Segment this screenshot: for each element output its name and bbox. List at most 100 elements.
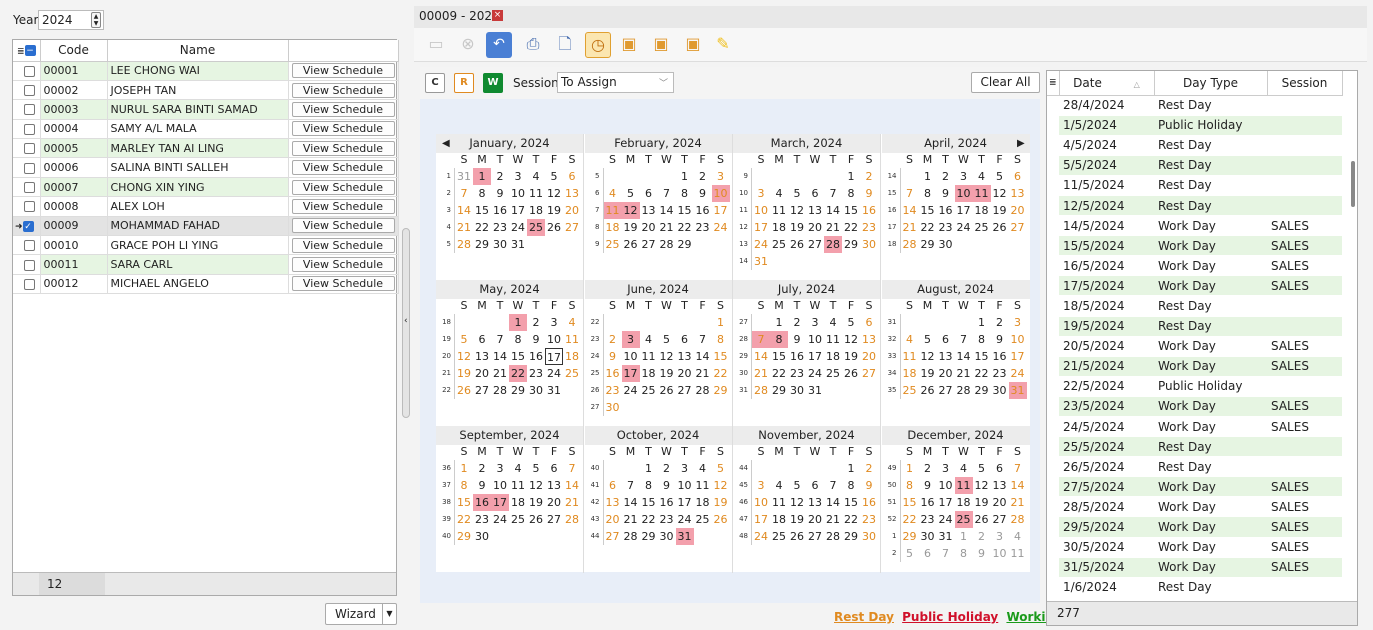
day-cell[interactable]: 18 — [604, 219, 622, 236]
schedule-row[interactable]: 24/5/2024 Work Day SALES — [1047, 416, 1342, 438]
employee-code[interactable]: 00007 — [40, 177, 108, 198]
day-cell[interactable]: 25 — [563, 365, 581, 382]
day-cell[interactable]: 18 — [770, 219, 788, 236]
day-cell[interactable]: 23 — [473, 511, 491, 528]
day-cell[interactable]: 8 — [901, 477, 919, 494]
day-cell[interactable]: 15 — [712, 348, 730, 365]
employee-code[interactable]: 00005 — [40, 138, 108, 159]
day-cell[interactable]: 23 — [491, 219, 509, 236]
day-cell[interactable]: 18 — [694, 494, 712, 511]
day-cell[interactable] — [842, 253, 860, 270]
day-cell[interactable]: 17 — [621, 365, 640, 382]
day-cell[interactable]: 13 — [473, 348, 491, 365]
day-cell[interactable]: 10 — [752, 202, 770, 219]
name-column-header[interactable]: Name — [107, 40, 289, 62]
row-checkbox[interactable] — [24, 162, 35, 174]
day-cell[interactable]: 18 — [973, 202, 991, 219]
day-cell[interactable]: 8 — [973, 331, 991, 348]
day-cell[interactable]: 8 — [455, 477, 473, 494]
schedule-date[interactable]: 1/5/2024 — [1059, 115, 1154, 136]
row-selector[interactable] — [13, 61, 41, 81]
day-cell[interactable]: 15 — [509, 348, 527, 365]
day-cell[interactable]: 31 — [752, 253, 770, 270]
day-cell[interactable]: 14 — [491, 348, 509, 365]
view-schedule-button[interactable]: View Schedule — [291, 198, 395, 214]
employee-code[interactable]: 00010 — [40, 235, 108, 256]
day-cell[interactable] — [491, 314, 509, 331]
day-cell[interactable] — [788, 168, 806, 185]
day-cell[interactable] — [545, 236, 563, 253]
day-cell[interactable]: 16 — [658, 494, 676, 511]
day-cell[interactable]: 12 — [527, 477, 545, 494]
day-cell[interactable]: 28 — [1009, 511, 1027, 528]
day-cell[interactable]: 28 — [901, 236, 919, 253]
day-cell[interactable]: 15 — [640, 494, 658, 511]
collapse-left-icon[interactable]: ‹ — [404, 316, 408, 326]
day-cell[interactable]: 16 — [919, 494, 937, 511]
day-cell[interactable]: 20 — [806, 219, 824, 236]
day-cell[interactable]: 3 — [545, 314, 563, 331]
employee-row[interactable]: 00007 CHONG XIN YING View Schedule — [13, 177, 399, 198]
day-cell[interactable]: 7 — [752, 331, 770, 348]
day-cell[interactable]: 4 — [509, 460, 527, 477]
day-cell[interactable]: 23 — [937, 219, 955, 236]
schedule-date[interactable]: 23/5/2024 — [1059, 396, 1154, 418]
row-selector[interactable] — [13, 274, 41, 295]
day-cell[interactable]: 30 — [788, 382, 806, 399]
day-cell[interactable]: 9 — [473, 477, 491, 494]
schedule-day-type[interactable]: Work Day — [1154, 275, 1267, 297]
day-cell[interactable]: 9 — [860, 477, 878, 494]
employee-row[interactable]: 00004 SAMY A/L MALA View Schedule — [13, 119, 399, 140]
day-cell[interactable]: 12 — [455, 348, 473, 365]
day-cell[interactable]: 2 — [658, 460, 676, 477]
day-cell[interactable]: 11 — [954, 477, 973, 494]
schedule-date[interactable]: 31/5/2024 — [1059, 557, 1154, 578]
schedule-session[interactable] — [1267, 135, 1342, 156]
day-cell[interactable]: 15 — [455, 494, 473, 511]
day-cell[interactable]: 1 — [842, 168, 860, 185]
schedule-day-type[interactable]: Rest Day — [1154, 95, 1267, 116]
select-all-header[interactable]: ≣ − — [13, 40, 41, 62]
day-cell[interactable] — [658, 168, 676, 185]
day-cell[interactable]: 18 — [640, 365, 658, 382]
employee-row[interactable]: 00008 ALEX LOH View Schedule — [13, 196, 399, 217]
day-cell[interactable]: 27 — [676, 382, 694, 399]
day-cell[interactable] — [640, 314, 658, 331]
schedule-row[interactable]: 17/5/2024 Work Day SALES — [1047, 275, 1342, 297]
schedule-date[interactable]: 5/5/2024 — [1059, 155, 1154, 176]
day-cell[interactable]: 19 — [788, 219, 806, 236]
day-cell[interactable]: 17 — [937, 494, 955, 511]
schedule-session[interactable]: SALES — [1267, 275, 1342, 297]
day-cell[interactable]: 23 — [860, 511, 878, 528]
day-cell[interactable]: 20 — [545, 494, 563, 511]
day-cell[interactable]: 16 — [788, 348, 806, 365]
day-cell[interactable]: 26 — [973, 511, 991, 528]
day-cell[interactable]: 11 — [770, 202, 788, 219]
schedule-day-type[interactable]: Rest Day — [1154, 135, 1267, 156]
day-cell[interactable]: 13 — [1009, 185, 1027, 202]
day-cell[interactable]: 20 — [563, 202, 581, 219]
day-cell[interactable]: 30 — [604, 399, 622, 416]
day-cell[interactable]: 18 — [527, 202, 545, 219]
day-cell[interactable]: 25 — [604, 236, 622, 253]
day-cell[interactable] — [694, 314, 712, 331]
schedule-date[interactable]: 16/5/2024 — [1059, 255, 1154, 277]
day-cell[interactable]: 25 — [901, 382, 919, 399]
day-cell[interactable]: 11 — [694, 477, 712, 494]
day-cell[interactable] — [694, 236, 712, 253]
day-cell[interactable]: 23 — [527, 365, 545, 382]
day-cell[interactable]: 15 — [676, 202, 694, 219]
day-cell[interactable]: 1 — [455, 460, 473, 477]
day-cell[interactable]: 2 — [991, 314, 1009, 331]
wizard-button[interactable]: Wizard ▼ — [325, 603, 397, 625]
day-cell[interactable]: 18 — [955, 494, 973, 511]
day-cell[interactable] — [788, 460, 806, 477]
day-cell[interactable]: 24 — [545, 365, 563, 382]
schedule-row[interactable]: 23/5/2024 Work Day SALES — [1047, 396, 1342, 418]
row-checkbox[interactable] — [24, 201, 35, 213]
day-cell[interactable]: 19 — [455, 365, 473, 382]
schedule-row[interactable]: 26/5/2024 Rest Day — [1047, 456, 1342, 478]
day-cell[interactable]: 30 — [919, 528, 937, 545]
schedule-row[interactable]: 28/4/2024 Rest Day — [1047, 95, 1342, 116]
day-cell[interactable]: 5 — [712, 460, 730, 477]
